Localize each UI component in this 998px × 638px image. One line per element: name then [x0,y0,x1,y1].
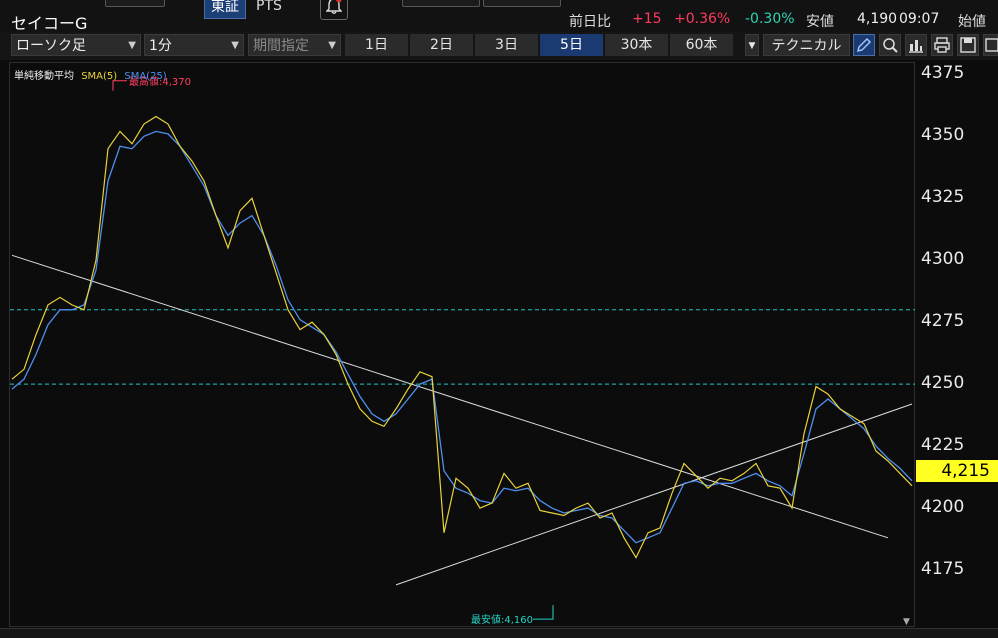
quote-header: 東証 PTS セイコーG 前日比 +15 +0.36% -0.30% 安値 4,… [0,0,998,33]
header-top-row [0,0,998,7]
save-button[interactable] [957,34,979,56]
chevron-down-icon: ▼ [231,40,239,51]
interval-value: 1分 [149,38,172,54]
zoom-button[interactable] [879,34,901,56]
low-label: 安値 [806,14,834,30]
y-tick-label: 4300 [921,249,965,270]
y-tick-label: 4250 [921,373,965,394]
current-price-tag: 4,215 [916,459,998,482]
chart-plot-area[interactable] [9,62,915,627]
header-control-3[interactable] [483,0,561,7]
change-percent: +0.36% [674,11,731,27]
bell-icon [326,0,342,14]
legend-group: 単純移動平均 [14,71,74,82]
range-1d[interactable]: 1日 [345,34,409,56]
open-label: 始値 [958,14,986,30]
range-5d[interactable]: 5日 [540,34,604,56]
pencil-icon [856,37,872,53]
chart-type-select[interactable]: ローソク足 ▼ [11,34,141,56]
low-value: 4,190 [857,11,898,27]
current-price-label: 4,215 [941,460,990,481]
printer-icon [934,37,950,53]
volume-button[interactable] [905,34,927,56]
period-value: 期間指定 [253,38,309,54]
technical-button[interactable]: テクニカル [763,34,850,56]
period-select[interactable]: 期間指定 ▼ [248,34,341,56]
change-value: +15 [632,11,662,27]
legend-sma5: SMA(5) [81,71,118,82]
low-diff-percent: -0.30% [745,11,795,27]
chevron-down-icon: ▼ [748,41,756,51]
volume-chart-icon [909,40,923,53]
chart-type-value: ローソク足 [16,38,86,54]
alert-bell-button[interactable] [320,0,348,20]
save-icon [960,37,976,53]
scroll-down-arrow[interactable]: ▼ [903,617,910,627]
y-tick-label: 4175 [921,559,965,579]
range-60bars[interactable]: 60本 [670,34,734,56]
draw-line-button[interactable] [853,34,875,56]
chevron-down-icon: ▼ [328,40,336,51]
low-time: 09:07 [899,11,940,27]
chart-legend: 単純移動平均 SMA(5) SMA(25) [14,67,167,82]
magnifier-icon [883,38,898,53]
range-2d[interactable]: 2日 [410,34,474,56]
chevron-down-icon: ▼ [128,40,136,51]
chart-toolbar: ローソク足 ▼ 1分 ▼ 期間指定 ▼ 1日 2日 3日 5日 30本 60本 ▼ テ… [0,32,998,60]
y-tick-label: 4375 [921,63,965,84]
tab-pts[interactable]: PTS [250,0,288,17]
panel-icon [985,38,998,52]
y-tick-label: 4225 [921,435,965,456]
y-tick-label: 4325 [921,187,965,208]
range-30bars[interactable]: 30本 [605,34,669,56]
range-3d[interactable]: 3日 [475,34,539,56]
print-button[interactable] [931,34,953,56]
y-tick-label: 4200 [921,497,965,518]
settings-button[interactable] [983,34,998,56]
legend-sma25: SMA(25) [124,71,167,82]
stock-name: セイコーG [11,14,88,33]
tab-tse[interactable]: 東証 [204,0,246,19]
interval-select[interactable]: 1分 ▼ [144,34,244,56]
range-more-button[interactable]: ▼ [745,34,759,56]
change-label: 前日比 [569,14,611,30]
y-tick-label: 4275 [921,311,965,332]
price-axis [916,62,998,627]
header-control-1[interactable] [105,0,165,7]
y-tick-label: 4350 [921,125,965,146]
header-control-2[interactable] [402,0,480,7]
